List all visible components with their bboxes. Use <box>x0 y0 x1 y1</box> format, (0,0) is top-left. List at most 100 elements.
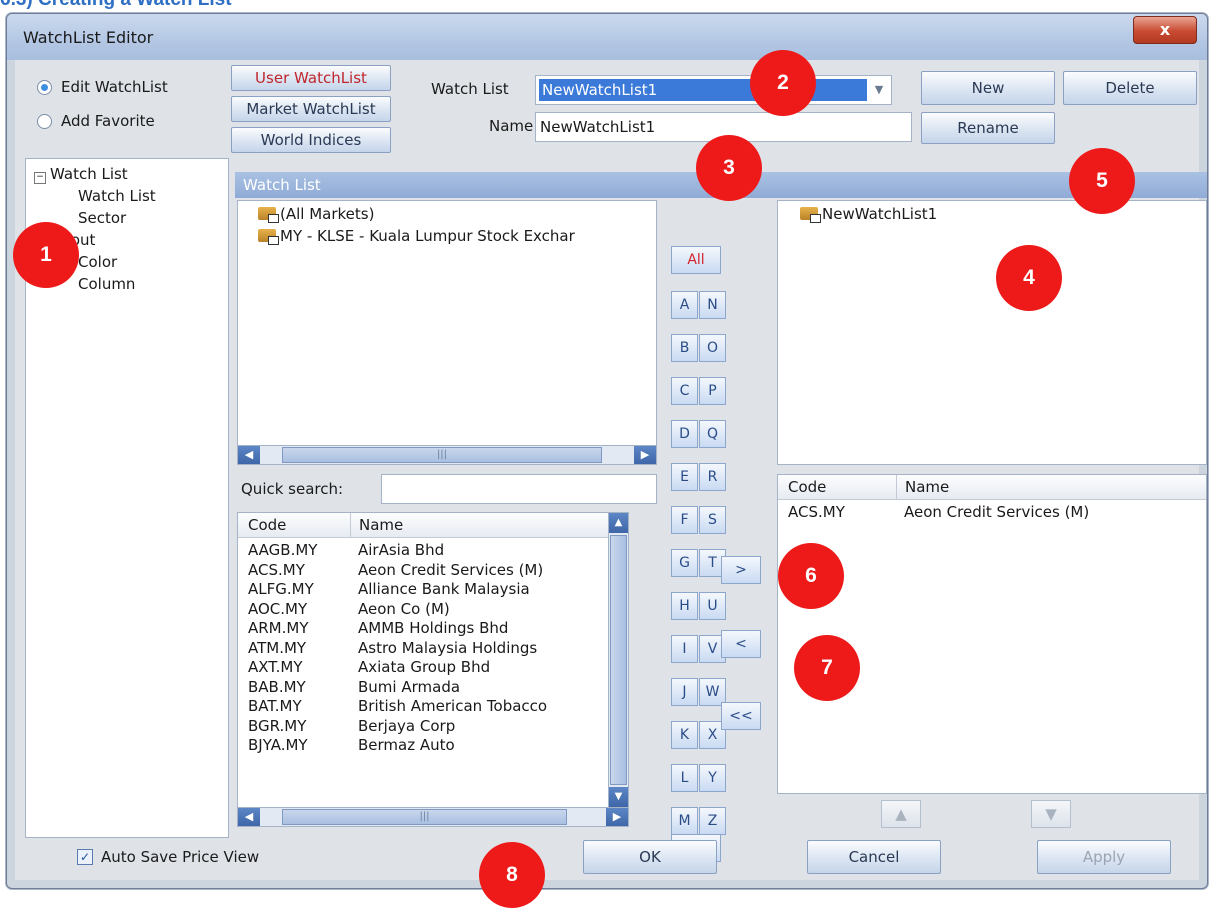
scroll-left-icon[interactable]: ◀ <box>238 446 260 464</box>
letter-filter-i-button[interactable]: I <box>671 635 698 663</box>
annotation-marker-8: 8 <box>479 842 545 908</box>
cell-name: AMMB Holdings Bhd <box>358 619 509 637</box>
table-row[interactable]: ACS.MY Aeon Credit Services (M) <box>788 503 1148 523</box>
mode-radio-add-favorite[interactable]: Add Favorite <box>37 112 155 130</box>
watchlist-selected-value: NewWatchList1 <box>539 79 867 101</box>
cell-code: BAT.MY <box>248 697 302 715</box>
remove-from-watchlist-button[interactable]: < <box>721 630 761 658</box>
close-button[interactable]: x <box>1133 16 1197 44</box>
remove-all-button[interactable]: << <box>721 702 761 730</box>
letter-filter-g-button[interactable]: G <box>671 549 698 577</box>
page-heading: 6.3) Creating a Watch List <box>0 0 232 11</box>
letter-filter-h-button[interactable]: H <box>671 592 698 620</box>
table-row[interactable]: ALFG.MY Alliance Bank Malaysia <box>248 580 608 600</box>
quick-search-label: Quick search: <box>241 480 344 498</box>
markets-horizontal-scrollbar[interactable]: ◀ ||| ▶ <box>237 445 657 465</box>
scroll-right-icon[interactable]: ▶ <box>634 446 656 464</box>
scroll-thumb[interactable] <box>610 535 627 785</box>
letter-filter-c-button[interactable]: C <box>671 377 698 405</box>
column-header-code[interactable]: Code <box>248 513 286 537</box>
letter-filter-r-button[interactable]: R <box>699 463 726 491</box>
annotation-marker-2: 2 <box>750 50 816 116</box>
collapse-icon[interactable]: − <box>34 172 46 184</box>
cell-name: Alliance Bank Malaysia <box>358 580 530 598</box>
move-down-button[interactable]: ▼ <box>1031 800 1071 828</box>
tree-node-watch-list-child[interactable]: Watch List <box>34 185 156 207</box>
cell-name: Axiata Group Bhd <box>358 658 491 676</box>
letter-filter-m-button[interactable]: M <box>671 807 698 835</box>
rename-button[interactable]: Rename <box>921 112 1055 144</box>
tree-node-klse[interactable]: MY - KLSE - Kuala Lumpur Stock Exchar <box>258 225 575 247</box>
user-lists-panel: NewWatchList1 <box>777 200 1207 465</box>
letter-filter-b-button[interactable]: B <box>671 334 698 362</box>
cancel-button[interactable]: Cancel <box>807 840 941 874</box>
stock-grid-rows: AAGB.MY AirAsia Bhd ACS.MY Aeon Credit Serv… <box>248 541 608 756</box>
annotation-marker-4: 4 <box>996 245 1062 311</box>
letter-filter-p-button[interactable]: P <box>699 377 726 405</box>
world-indices-button[interactable]: World Indices <box>231 127 391 153</box>
user-watchlist-button[interactable]: User WatchList <box>231 65 391 91</box>
letter-filter-f-button[interactable]: F <box>671 506 698 534</box>
auto-save-checkbox[interactable]: ✓ Auto Save Price View <box>77 848 259 866</box>
tree-node-newwatchlist1[interactable]: NewWatchList1 <box>800 203 937 225</box>
ok-button[interactable]: OK <box>583 840 717 874</box>
scroll-thumb[interactable]: ||| <box>282 447 602 463</box>
cell-name: Berjaya Corp <box>358 716 456 735</box>
scroll-thumb[interactable]: ||| <box>282 809 567 825</box>
add-to-watchlist-button[interactable]: > <box>721 556 761 584</box>
scroll-up-icon[interactable]: ▲ <box>609 513 628 533</box>
annotation-marker-5: 5 <box>1069 148 1135 214</box>
cell-name: Aeon Credit Services (M) <box>904 503 1090 521</box>
letter-filter-z-button[interactable]: Z <box>699 807 726 835</box>
table-row[interactable]: AXT.MY Axiata Group Bhd <box>248 658 608 678</box>
letter-filter-d-button[interactable]: D <box>671 420 698 448</box>
dialog-body: Edit WatchList Add Favorite User WatchLi… <box>15 60 1207 880</box>
table-row[interactable]: BAT.MY British American Tobacco <box>248 697 608 717</box>
table-row[interactable]: AOC.MY Aeon Co (M) <box>248 600 608 620</box>
scroll-down-icon[interactable]: ▼ <box>609 787 628 807</box>
letter-filter-all-button[interactable]: All <box>671 246 721 274</box>
cell-name: Bermaz Auto <box>358 736 455 754</box>
table-row[interactable]: ACS.MY Aeon Credit Services (M) <box>248 561 608 581</box>
market-watchlist-button[interactable]: Market WatchList <box>231 96 391 122</box>
letter-filter-o-button[interactable]: O <box>699 334 726 362</box>
letter-filter-l-button[interactable]: L <box>671 764 698 792</box>
tree-node-all-markets[interactable]: (All Markets) <box>258 203 575 225</box>
delete-button[interactable]: Delete <box>1063 71 1197 105</box>
letter-filter-y-button[interactable]: Y <box>699 764 726 792</box>
table-row[interactable]: BJYA.MY Bermaz Auto <box>248 736 608 756</box>
annotation-marker-6: 6 <box>778 543 844 609</box>
cell-code: ATM.MY <box>248 638 307 657</box>
letter-filter-a-button[interactable]: A <box>671 291 698 319</box>
stock-grid-vertical-scrollbar[interactable]: ▲ ▼ <box>608 513 628 807</box>
letter-filter-q-button[interactable]: Q <box>699 420 726 448</box>
table-row[interactable]: ARM.MY AMMB Holdings Bhd <box>248 619 608 639</box>
table-row[interactable]: BGR.MY Berjaya Corp <box>248 717 608 737</box>
watchlist-dropdown[interactable]: NewWatchList1 ▼ <box>535 75 892 105</box>
apply-button[interactable]: Apply <box>1037 840 1171 874</box>
letter-filter-e-button[interactable]: E <box>671 463 698 491</box>
letter-filter-k-button[interactable]: K <box>671 721 698 749</box>
move-up-button[interactable]: ▲ <box>881 800 921 828</box>
chevron-down-icon[interactable]: ▼ <box>869 78 889 102</box>
table-row[interactable]: BAB.MY Bumi Armada <box>248 678 608 698</box>
column-header-name[interactable]: Name <box>350 513 403 537</box>
tree-node-watch-list[interactable]: − Watch List <box>34 163 156 185</box>
scroll-right-icon[interactable]: ▶ <box>606 808 628 826</box>
table-row[interactable]: AAGB.MY AirAsia Bhd <box>248 541 608 561</box>
column-header-name[interactable]: Name <box>896 475 949 499</box>
letter-filter-n-button[interactable]: N <box>699 291 726 319</box>
mode-radio-edit-watchlist[interactable]: Edit WatchList <box>37 78 168 96</box>
selected-grid-header: Code Name <box>778 475 1206 500</box>
column-header-code[interactable]: Code <box>788 475 826 499</box>
watchlist-editor-window: WatchList Editor x Edit WatchList Add Fa… <box>6 13 1208 889</box>
new-button[interactable]: New <box>921 71 1055 105</box>
table-row[interactable]: ATM.MY Astro Malaysia Holdings <box>248 639 608 659</box>
stock-grid-horizontal-scrollbar[interactable]: ◀ ||| ▶ <box>237 807 629 827</box>
letter-filter-s-button[interactable]: S <box>699 506 726 534</box>
cell-name: Aeon Co (M) <box>358 599 450 618</box>
scroll-left-icon[interactable]: ◀ <box>238 808 260 826</box>
quick-search-input[interactable] <box>381 474 657 504</box>
letter-filter-j-button[interactable]: J <box>671 678 698 706</box>
letter-filter-u-button[interactable]: U <box>699 592 726 620</box>
